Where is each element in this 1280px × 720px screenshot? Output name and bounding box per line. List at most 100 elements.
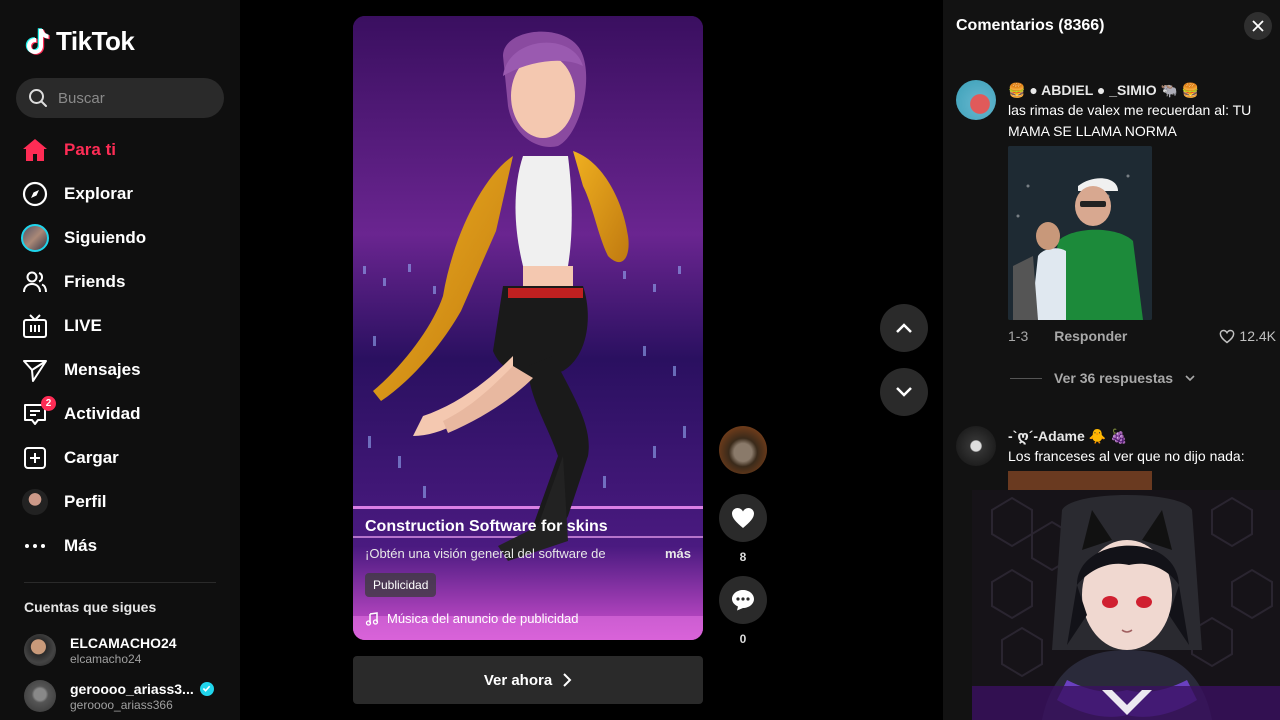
- comment-body: 🍔 ● ABDIEL ● _SIMIO 🐃 🍔 las rimas de val…: [1008, 80, 1276, 344]
- nav-item-actividad[interactable]: 2 Actividad: [20, 392, 220, 436]
- nav-item-friends[interactable]: Friends: [20, 260, 220, 304]
- nav-label: Más: [64, 536, 98, 555]
- previous-video-button[interactable]: [880, 304, 928, 352]
- video-title[interactable]: Construction Software for skins: [365, 518, 691, 536]
- following-title: Cuentas que sigues: [24, 599, 157, 615]
- description-text: ¡Obtén una visión general del software d…: [365, 546, 606, 561]
- home-icon: [20, 135, 50, 165]
- search-icon: [29, 89, 47, 107]
- heart-icon: [732, 508, 754, 528]
- video-description: ¡Obtén una visión general del software d…: [365, 546, 691, 561]
- reply-button[interactable]: Responder: [1054, 328, 1127, 344]
- nav-item-perfil[interactable]: Perfil: [20, 480, 220, 524]
- replies-divider: [1010, 377, 1042, 379]
- search-bar[interactable]: [16, 78, 224, 118]
- comment-text: las rimas de valex me recuerdan al: TU M…: [1008, 102, 1252, 139]
- comment-text: Los franceses al ver que no dijo nada:: [1008, 448, 1245, 464]
- account-avatar: [24, 634, 56, 666]
- vtuber-avatar-image: [972, 490, 1280, 720]
- ver-ahora-button[interactable]: Ver ahora: [353, 656, 703, 704]
- account-avatar: [24, 680, 56, 712]
- music-row[interactable]: Música del anuncio de publicidad: [365, 611, 691, 626]
- following-account[interactable]: ELCAMACHO24 elcamacho24: [24, 634, 177, 666]
- tiktok-logo-icon: [25, 27, 50, 55]
- music-note-icon: [365, 611, 379, 626]
- search-input[interactable]: [58, 89, 208, 107]
- account-handle: geroooo_ariass366: [70, 697, 173, 712]
- following-account[interactable]: geroooo_ariass3... geroooo_ariass366: [24, 680, 214, 712]
- nav-item-para-ti[interactable]: Para ti: [20, 128, 220, 172]
- sidebar: TikTok Para ti Explorar: [0, 0, 240, 720]
- video-actions: 8 0: [719, 426, 767, 658]
- comment-meta: 1-3 Responder 12.4K: [1008, 328, 1276, 344]
- account-name-row: geroooo_ariass3...: [70, 681, 214, 697]
- commenter-name[interactable]: 🍔 ● ABDIEL ● _SIMIO 🐃 🍔: [1008, 80, 1276, 100]
- profile-avatar: [20, 487, 50, 517]
- comment-count: 0: [739, 632, 747, 646]
- commenter-avatar[interactable]: [956, 426, 996, 466]
- nav-item-cargar[interactable]: Cargar: [20, 436, 220, 480]
- account-name: geroooo_ariass3...: [70, 680, 194, 697]
- more-link[interactable]: más: [665, 546, 691, 561]
- nav-item-live[interactable]: LIVE: [20, 304, 220, 348]
- nav-label: Cargar: [64, 448, 119, 467]
- messages-icon: [20, 355, 50, 385]
- music-title: Música del anuncio de publicidad: [387, 611, 579, 626]
- main-nav: Para ti Explorar Siguiendo Friends LIVE …: [20, 128, 220, 568]
- nav-label: Para ti: [64, 140, 116, 159]
- following-avatar: [20, 223, 50, 253]
- chevron-down-icon: [896, 387, 912, 397]
- nav-label: LIVE: [64, 316, 102, 335]
- comments-count: (8366): [1058, 17, 1105, 34]
- comment-like-count: 12.4K: [1239, 328, 1276, 344]
- commenter-avatar[interactable]: [956, 80, 996, 120]
- like-count: 8: [739, 550, 747, 564]
- nav-item-mensajes[interactable]: Mensajes: [20, 348, 220, 392]
- upload-icon: [20, 443, 50, 473]
- more-icon: [20, 531, 50, 561]
- account-name: ELCAMACHO24: [70, 634, 177, 651]
- nav-label: Friends: [64, 272, 126, 291]
- view-replies-label: Ver 36 respuestas: [1054, 370, 1174, 386]
- nav-label: Mensajes: [64, 360, 141, 379]
- comment-image[interactable]: [1008, 146, 1152, 320]
- commenter-name[interactable]: -`ღ´-Adame 🐥 🍇: [1008, 426, 1276, 446]
- nav-label: Explorar: [64, 184, 133, 203]
- comment-button[interactable]: [719, 576, 767, 624]
- like-button[interactable]: [719, 494, 767, 542]
- ad-label: Publicidad: [365, 573, 437, 597]
- activity-icon: 2: [20, 396, 56, 429]
- video-player[interactable]: Construction Software for skins ¡Obtén u…: [353, 16, 703, 640]
- logo-text: TikTok: [56, 26, 135, 56]
- tiktok-app: TikTok Para ti Explorar: [0, 0, 1280, 720]
- comment-image[interactable]: [1008, 471, 1152, 491]
- chevron-up-icon: [896, 323, 912, 333]
- comment-icon: [732, 590, 754, 611]
- tiktok-logo[interactable]: TikTok: [24, 26, 135, 57]
- nav-item-siguiendo[interactable]: Siguiendo: [20, 216, 220, 260]
- chevron-right-icon: [563, 673, 572, 687]
- nav-label: Siguiendo: [64, 228, 147, 247]
- compass-icon: [20, 179, 50, 209]
- nav-label: Actividad: [64, 404, 141, 423]
- comment-like-button[interactable]: 12.4K: [1219, 328, 1276, 344]
- close-comments-button[interactable]: [1244, 12, 1272, 40]
- nav-item-mas[interactable]: Más: [20, 524, 220, 568]
- comments-title: Comentarios: [956, 17, 1054, 34]
- nav-item-explorar[interactable]: Explorar: [20, 172, 220, 216]
- creator-avatar[interactable]: [719, 426, 767, 474]
- sidebar-divider: [24, 582, 216, 583]
- live-icon: [20, 311, 50, 341]
- comment-body: -`ღ´-Adame 🐥 🍇 Los franceses al ver que …: [1008, 426, 1276, 491]
- streamer-webcam-overlay: [972, 490, 1280, 720]
- heart-outline-icon: [1220, 329, 1235, 343]
- cta-label: Ver ahora: [483, 671, 553, 689]
- view-replies-button[interactable]: Ver 36 respuestas: [1010, 370, 1195, 386]
- verified-icon: [199, 681, 214, 696]
- nav-label: Perfil: [64, 492, 107, 511]
- chevron-down-icon: [1185, 374, 1195, 381]
- next-video-button[interactable]: [880, 368, 928, 416]
- video-caption: Construction Software for skins ¡Obtén u…: [365, 518, 691, 626]
- close-icon: [1252, 20, 1264, 32]
- account-handle: elcamacho24: [70, 651, 142, 666]
